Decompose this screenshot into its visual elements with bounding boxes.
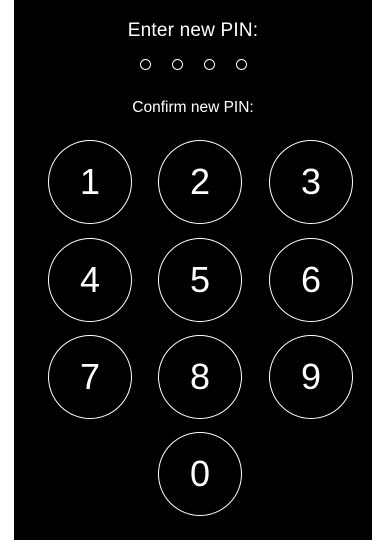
key-8-button[interactable]: 8: [158, 335, 242, 419]
key-2-button[interactable]: 2: [158, 140, 242, 224]
key-4-button[interactable]: 4: [48, 238, 132, 322]
pin-indicator: [14, 59, 372, 70]
page-title: Enter new PIN:: [127, 20, 259, 41]
key-1-button[interactable]: 1: [48, 140, 132, 224]
key-5-button[interactable]: 5: [158, 238, 242, 322]
confirm-pin-label: Confirm new PIN:: [132, 99, 254, 116]
key-7-button[interactable]: 7: [48, 335, 132, 419]
key-3-button[interactable]: 3: [269, 140, 353, 224]
pin-dot-3: [203, 59, 215, 70]
pin-entry-screen: Enter new PIN: Confirm new PIN: 1 2 3 4 …: [14, 0, 372, 540]
pin-dot-2: [171, 59, 183, 70]
pin-dot-4: [235, 59, 247, 70]
pin-dot-1: [139, 59, 151, 70]
key-6-button[interactable]: 6: [269, 238, 353, 322]
key-9-button[interactable]: 9: [269, 335, 353, 419]
key-0-button[interactable]: 0: [158, 432, 242, 516]
